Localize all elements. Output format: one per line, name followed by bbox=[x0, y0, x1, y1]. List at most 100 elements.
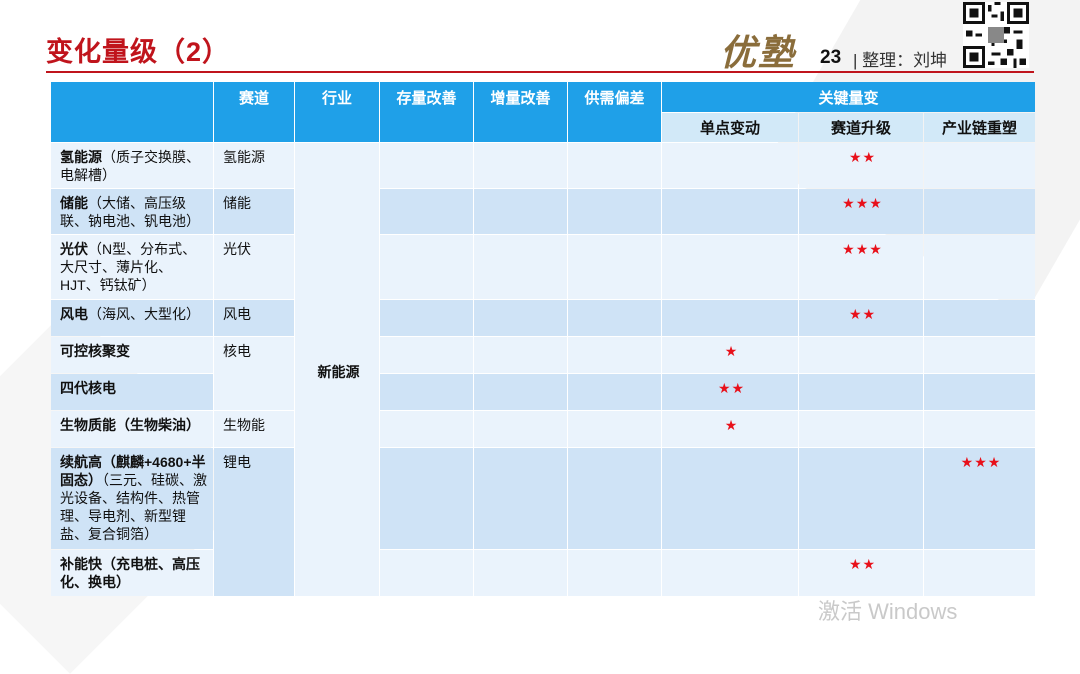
row-name-cell: 氢能源（质子交换膜、电解槽） bbox=[51, 143, 213, 188]
row-name-cell: 四代核电 bbox=[51, 374, 213, 410]
row-name-cell: 可控核聚变 bbox=[51, 337, 213, 373]
header-stock-improvement: 存量改善 bbox=[380, 82, 473, 142]
track-cell: 锂电 bbox=[214, 448, 294, 596]
stock-improvement-cell bbox=[380, 235, 473, 299]
header-key-change: 关键量变 bbox=[662, 82, 1036, 112]
supply-demand-cell bbox=[568, 550, 661, 596]
track-upgrade-rating: ★★ bbox=[799, 550, 923, 596]
row-name: 补能快（充电桩、高压化、换电） bbox=[60, 556, 200, 590]
stock-improvement-cell bbox=[380, 411, 473, 447]
increment-improvement-cell bbox=[474, 448, 567, 549]
track-cell: 风电 bbox=[214, 300, 294, 336]
row-name: 四代核电 bbox=[60, 380, 116, 396]
row-name: 可控核聚变 bbox=[60, 343, 130, 359]
chain-reshape-rating: ★★★ bbox=[924, 448, 1036, 549]
header-industry: 行业 bbox=[295, 82, 379, 142]
row-name-cell: 储能（大储、高压级联、钠电池、钒电池） bbox=[51, 189, 213, 234]
header-supply-demand-gap: 供需偏差 bbox=[568, 82, 661, 142]
comparison-table: 赛道 行业 存量改善 增量改善 供需偏差 关键量变 单点变动 赛道升级 产业链重… bbox=[50, 81, 1036, 597]
increment-improvement-cell bbox=[474, 189, 567, 234]
stock-improvement-cell bbox=[380, 448, 473, 549]
track-cell: 光伏 bbox=[214, 235, 294, 299]
chain-reshape-rating bbox=[924, 411, 1036, 447]
row-name-cell: 生物质能（生物柴油） bbox=[51, 411, 213, 447]
qr-code-icon bbox=[963, 2, 1029, 68]
table-row: 氢能源（质子交换膜、电解槽） 氢能源 新能源 ★★ bbox=[51, 143, 1036, 596]
chain-reshape-rating bbox=[924, 189, 1036, 234]
row-name: 储能 bbox=[60, 195, 88, 211]
supply-demand-cell bbox=[568, 448, 661, 549]
windows-activation-watermark: 激活 Windows bbox=[818, 599, 958, 624]
stock-improvement-cell bbox=[380, 337, 473, 373]
header-increment-improvement: 增量改善 bbox=[474, 82, 567, 142]
track-upgrade-rating bbox=[799, 448, 923, 549]
supply-demand-cell bbox=[568, 337, 661, 373]
track-upgrade-rating bbox=[799, 374, 923, 410]
table-row: 储能（大储、高压级联、钠电池、钒电池） 储能 ★★★ bbox=[51, 189, 1036, 234]
header-name bbox=[51, 82, 213, 142]
increment-improvement-cell bbox=[474, 235, 567, 299]
stock-improvement-cell bbox=[380, 189, 473, 234]
track-upgrade-rating bbox=[799, 411, 923, 447]
row-name-cell: 续航高（麒麟+4680+半固态）（三元、硅碳、激光设备、结构件、热管理、导电剂、… bbox=[51, 448, 213, 549]
stock-improvement-cell bbox=[380, 300, 473, 336]
increment-improvement-cell bbox=[474, 337, 567, 373]
page-title: 变化量级（2） bbox=[46, 37, 231, 67]
single-point-rating: ★ bbox=[662, 337, 798, 373]
track-upgrade-rating: ★★★ bbox=[799, 189, 923, 234]
single-point-rating: ★★ bbox=[662, 374, 798, 410]
header-track: 赛道 bbox=[214, 82, 294, 142]
chain-reshape-rating bbox=[924, 550, 1036, 596]
single-point-rating bbox=[662, 300, 798, 336]
row-detail: （海风、大型化） bbox=[88, 306, 200, 322]
row-name: 氢能源 bbox=[60, 149, 102, 165]
row-name: 生物质能（生物柴油） bbox=[60, 417, 200, 433]
increment-improvement-cell bbox=[474, 300, 567, 336]
table-row: 生物质能（生物柴油） 生物能 ★ bbox=[51, 411, 1036, 447]
supply-demand-cell bbox=[568, 143, 661, 188]
track-cell: 氢能源 bbox=[214, 143, 294, 188]
track-upgrade-rating: ★★ bbox=[799, 143, 923, 188]
header-chain-reshape: 产业链重塑 bbox=[924, 113, 1036, 142]
compiler-credit: | 整理：刘坤 bbox=[853, 51, 948, 70]
row-name: 光伏 bbox=[60, 241, 88, 257]
single-point-rating bbox=[662, 143, 798, 188]
row-name-cell: 风电（海风、大型化） bbox=[51, 300, 213, 336]
increment-improvement-cell bbox=[474, 550, 567, 596]
chain-reshape-rating bbox=[924, 143, 1036, 188]
page-number: 23 bbox=[820, 47, 842, 68]
header-track-upgrade: 赛道升级 bbox=[799, 113, 923, 142]
chain-reshape-rating bbox=[924, 235, 1036, 299]
single-point-rating bbox=[662, 550, 798, 596]
table-row: 风电（海风、大型化） 风电 ★★ bbox=[51, 300, 1036, 336]
track-cell: 核电 bbox=[214, 337, 294, 410]
supply-demand-cell bbox=[568, 374, 661, 410]
track-cell: 储能 bbox=[214, 189, 294, 234]
track-cell: 生物能 bbox=[214, 411, 294, 447]
title-rule bbox=[46, 71, 1034, 73]
stock-improvement-cell bbox=[380, 143, 473, 188]
supply-demand-cell bbox=[568, 300, 661, 336]
track-upgrade-rating bbox=[799, 337, 923, 373]
single-point-rating bbox=[662, 235, 798, 299]
stock-improvement-cell bbox=[380, 550, 473, 596]
table-row: 补能快（充电桩、高压化、换电） ★★ bbox=[51, 550, 1036, 596]
supply-demand-cell bbox=[568, 411, 661, 447]
chain-reshape-rating bbox=[924, 374, 1036, 410]
table-row: 四代核电 ★★ bbox=[51, 374, 1036, 410]
chain-reshape-rating bbox=[924, 337, 1036, 373]
single-point-rating: ★ bbox=[662, 411, 798, 447]
table-row: 续航高（麒麟+4680+半固态）（三元、硅碳、激光设备、结构件、热管理、导电剂、… bbox=[51, 448, 1036, 596]
stock-improvement-cell bbox=[380, 374, 473, 410]
supply-demand-cell bbox=[568, 235, 661, 299]
track-upgrade-rating: ★★ bbox=[799, 300, 923, 336]
supply-demand-cell bbox=[568, 189, 661, 234]
chain-reshape-rating bbox=[924, 300, 1036, 336]
row-name-cell: 补能快（充电桩、高压化、换电） bbox=[51, 550, 213, 596]
row-name: 风电 bbox=[60, 306, 88, 322]
industry-cell: 新能源 bbox=[295, 143, 379, 596]
header-single-point: 单点变动 bbox=[662, 113, 798, 142]
table-row: 光伏（N型、分布式、大尺寸、薄片化、HJT、钙钛矿） 光伏 ★★★ bbox=[51, 235, 1036, 299]
single-point-rating bbox=[662, 448, 798, 549]
row-name-cell: 光伏（N型、分布式、大尺寸、薄片化、HJT、钙钛矿） bbox=[51, 235, 213, 299]
